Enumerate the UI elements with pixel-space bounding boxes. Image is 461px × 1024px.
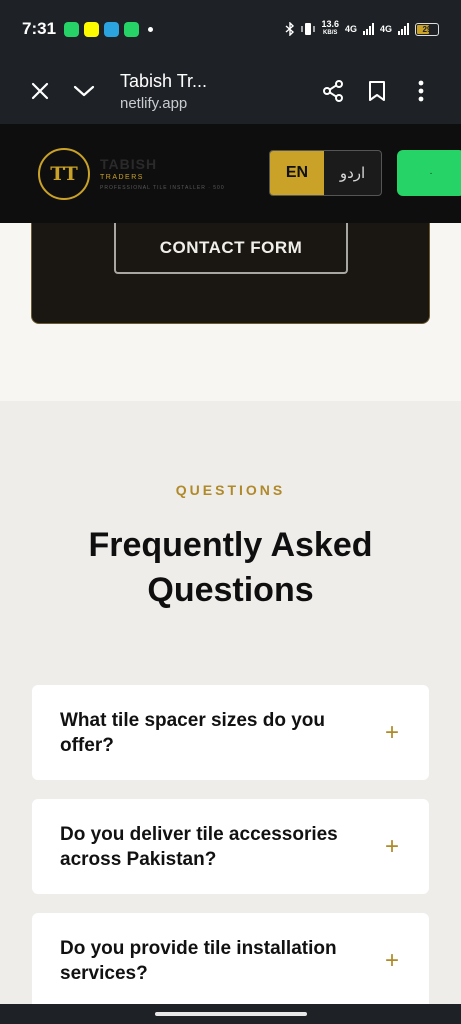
page-url: netlify.app xyxy=(120,94,188,112)
plus-icon[interactable]: + xyxy=(385,833,399,861)
lang-en-button[interactable]: EN xyxy=(270,151,324,195)
faq-title-line-1: Frequently Asked xyxy=(88,526,373,564)
bookmark-icon xyxy=(369,81,385,101)
contact-form-button[interactable]: CONTACT FORM xyxy=(114,223,348,274)
faq-eyebrow: QUESTIONS xyxy=(175,482,286,498)
vibrate-icon xyxy=(301,23,316,35)
faq-title: Frequently Asked Questions xyxy=(0,523,461,613)
chevron-down-icon xyxy=(73,85,95,97)
more-options-button[interactable] xyxy=(399,69,443,113)
faq-item[interactable]: What tile spacer sizes do you offer? + xyxy=(32,685,429,780)
faq-item[interactable]: Do you provide tile installation service… xyxy=(32,913,429,1008)
bluetooth-icon xyxy=(285,22,295,36)
plus-icon[interactable]: + xyxy=(385,947,399,975)
bookmark-button[interactable] xyxy=(355,69,399,113)
whatsapp-button[interactable]: · xyxy=(397,150,461,196)
status-bar: 7:31 13.6 KB/S 4G 4G 29 xyxy=(0,0,461,58)
language-toggle: EN اردو xyxy=(269,150,382,196)
snapchat-notification-icon xyxy=(84,21,100,37)
more-vertical-icon xyxy=(418,80,424,102)
cta-card: CONTACT FORM xyxy=(31,223,430,324)
battery-icon: 29 xyxy=(415,22,439,36)
home-gesture-handle[interactable] xyxy=(154,1012,307,1016)
network-type-1: 4G xyxy=(344,24,357,34)
cta-section: CONTACT FORM xyxy=(0,223,461,401)
battery-level: 29 xyxy=(422,24,432,34)
page-title-area[interactable]: Tabish Tr... netlify.app xyxy=(106,71,311,112)
brand-sub: TRADERS xyxy=(100,174,144,181)
faq-item[interactable]: Do you deliver tile accessories across P… xyxy=(32,799,429,894)
faq-question-line-2: across Pakistan? xyxy=(60,848,217,870)
notification-icons xyxy=(64,21,154,37)
brand-block[interactable]: TABISH TRADERS PROFESSIONAL TILE INSTALL… xyxy=(100,156,225,191)
share-icon xyxy=(323,80,343,102)
faq-question: Do you deliver tile accessories across P… xyxy=(60,822,375,872)
faq-question: Do you provide tile installation service… xyxy=(60,936,375,986)
signal-icon-2 xyxy=(398,23,409,35)
whatsapp-notification-icon xyxy=(64,21,80,37)
whatsapp-business-notification-icon xyxy=(124,21,140,37)
status-time: 7:31 xyxy=(22,19,57,38)
brand-tagline: PROFESSIONAL TILE INSTALLER · 500 xyxy=(100,185,225,191)
network-type-2: 4G xyxy=(379,24,392,34)
network-speed-unit: KB/S xyxy=(323,30,338,36)
gesture-nav-bar xyxy=(0,1004,461,1024)
faq-title-line-2: Questions xyxy=(147,571,314,609)
close-tab-button[interactable] xyxy=(18,69,62,113)
faq-question: What tile spacer sizes do you offer? xyxy=(60,708,375,758)
faq-question-line-2: services? xyxy=(60,962,148,984)
telegram-notification-icon xyxy=(104,21,120,37)
faq-question-line-2: offer? xyxy=(60,734,114,756)
status-right: 13.6 KB/S 4G 4G 29 xyxy=(285,20,439,38)
more-notifications-dot-icon xyxy=(148,26,154,32)
network-speed-value: 13.6 xyxy=(321,19,339,29)
page-title: Tabish Tr... xyxy=(120,70,208,91)
signal-icon-1 xyxy=(362,23,374,35)
brand-name: TABISH xyxy=(100,156,158,172)
lang-ur-button[interactable]: اردو xyxy=(324,151,381,195)
site-logo[interactable]: TT xyxy=(38,147,90,200)
browser-toolbar: Tabish Tr... netlify.app xyxy=(0,58,461,124)
minimize-button[interactable] xyxy=(62,69,106,113)
faq-question-line-1: What tile spacer sizes do you xyxy=(60,709,326,731)
plus-icon[interactable]: + xyxy=(385,719,399,747)
site-header: TT TABISH TRADERS PROFESSIONAL TILE INST… xyxy=(0,124,461,223)
faq-question-line-1: Do you provide tile installation xyxy=(60,937,337,959)
faq-question-line-1: Do you deliver tile accessories xyxy=(60,823,338,845)
faq-section: QUESTIONS Frequently Asked Questions Wha… xyxy=(0,401,461,1008)
share-button[interactable] xyxy=(311,69,355,113)
close-icon xyxy=(31,82,49,100)
